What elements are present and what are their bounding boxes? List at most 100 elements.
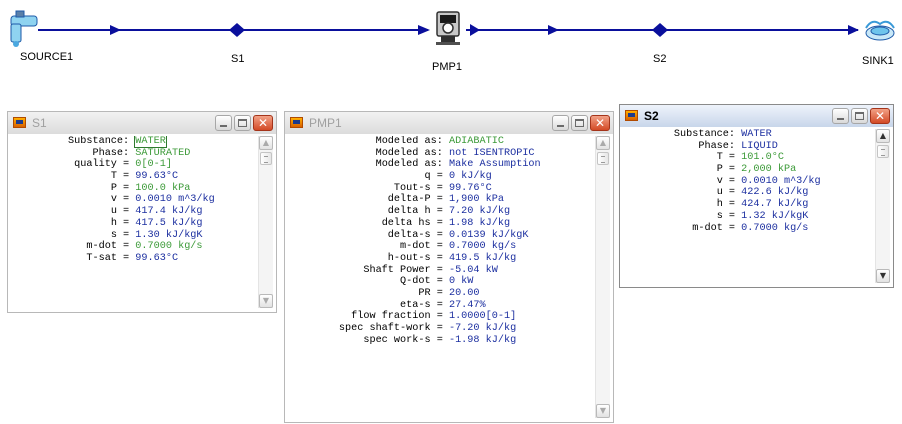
flow-arrow-icon	[548, 25, 559, 35]
pump-icon[interactable]	[436, 11, 460, 45]
property-value[interactable]: -1.98 kJ/kg	[449, 335, 516, 346]
app-icon	[625, 110, 638, 121]
window-titlebar[interactable]: PMP1	[285, 112, 613, 134]
property-value[interactable]: 99.76°C	[449, 183, 492, 194]
state-s1-window[interactable]: S1 Substance: WATERPhase: SATURATEDquali…	[7, 111, 277, 313]
property-value[interactable]: 1.32 kJ/kgK	[741, 211, 808, 222]
vertical-scrollbar[interactable]: ▲ ▼	[875, 129, 890, 283]
property-value[interactable]: 101.0°C	[741, 152, 784, 163]
scroll-thumb[interactable]	[597, 152, 609, 165]
property-value[interactable]: 0.7000 kg/s	[135, 241, 202, 252]
property-label: quality =	[74, 159, 130, 171]
property-value[interactable]: 1,900 kPa	[449, 194, 504, 205]
property-value[interactable]: 0.0139 kJ/kgK	[449, 230, 528, 241]
close-button[interactable]	[590, 115, 610, 131]
property-row: q = 0 kJ/kg	[290, 171, 593, 183]
property-label: Shaft Power =	[363, 264, 443, 276]
property-row: T = 101.0°C	[625, 152, 873, 164]
property-label: delta h =	[387, 206, 443, 218]
property-label: delta-s =	[387, 229, 443, 241]
property-label: s =	[716, 210, 736, 222]
scroll-up-button[interactable]: ▲	[259, 136, 273, 150]
property-row: Substance: WATER	[625, 129, 873, 141]
property-row: m-dot = 0.7000 kg/s	[625, 223, 873, 235]
scroll-down-button[interactable]: ▼	[876, 269, 890, 283]
property-value[interactable]: 0.7000 kg/s	[741, 223, 808, 234]
property-row: Modeled as: not ISENTROPIC	[290, 148, 593, 160]
scroll-down-button[interactable]: ▼	[259, 294, 273, 308]
state-point-s2[interactable]	[652, 23, 668, 37]
property-row: Tout-s = 99.76°C	[290, 183, 593, 195]
property-value[interactable]: 424.7 kJ/kg	[741, 199, 808, 210]
property-value[interactable]: LIQUID	[741, 141, 778, 152]
minimize-button[interactable]	[215, 115, 232, 131]
property-value[interactable]: WATER	[741, 129, 772, 140]
property-row: m-dot = 0.7000 kg/s	[290, 241, 593, 253]
property-label: u =	[110, 206, 130, 218]
property-value[interactable]: -7.20 kJ/kg	[449, 323, 516, 334]
sink-icon[interactable]	[865, 20, 895, 41]
property-label: Modeled as:	[375, 147, 443, 159]
maximize-button[interactable]	[571, 115, 588, 131]
property-label: Modeled as:	[375, 136, 443, 147]
property-list: Substance: WATER Phase: LIQUID T = 101.0°C…	[625, 129, 873, 283]
state-point-s1[interactable]	[229, 23, 245, 37]
minimize-button[interactable]	[832, 108, 849, 124]
property-value[interactable]: 0 kW	[449, 276, 473, 287]
scroll-up-button[interactable]: ▲	[596, 136, 610, 150]
window-titlebar[interactable]: S1	[8, 112, 276, 134]
flow-arrow-icon	[110, 25, 121, 35]
property-value[interactable]: 100.0 kPa	[135, 183, 190, 194]
property-value[interactable]: 0[0-1]	[135, 159, 172, 170]
property-row: v = 0.0010 m^3/kg	[625, 176, 873, 188]
state-s2-window[interactable]: S2 Substance: WATERPhase: LIQUIDT = 101.…	[619, 104, 894, 288]
property-value[interactable]: -5.04 kW	[449, 265, 498, 276]
property-row: delta h = 7.20 kJ/kg	[290, 206, 593, 218]
scroll-thumb[interactable]	[877, 145, 889, 158]
property-value[interactable]: ADIABATIC	[449, 136, 504, 147]
property-value[interactable]: 417.5 kJ/kg	[135, 218, 202, 229]
property-value[interactable]: 422.6 kJ/kg	[741, 187, 808, 198]
property-value[interactable]: 0.0010 m^3/kg	[741, 176, 820, 187]
faucet-icon[interactable]	[10, 10, 38, 47]
property-value[interactable]: 1.0000[0-1]	[449, 311, 516, 322]
property-value[interactable]: 7.20 kJ/kg	[449, 206, 510, 217]
property-value[interactable]: 419.5 kJ/kg	[449, 253, 516, 264]
node-label-s2: S2	[653, 53, 667, 65]
property-value[interactable]: 417.4 kJ/kg	[135, 206, 202, 217]
vertical-scrollbar[interactable]: ▲ ▼	[595, 136, 610, 418]
property-value[interactable]: 99.63°C	[135, 171, 178, 182]
scroll-up-button[interactable]: ▲	[876, 129, 890, 143]
property-value[interactable]: not ISENTROPIC	[449, 148, 535, 159]
property-value[interactable]: Make Assumption	[449, 159, 541, 170]
window-titlebar[interactable]: S2	[620, 105, 893, 127]
property-value[interactable]: 2,000 kPa	[741, 164, 796, 175]
property-value[interactable]: 20.00	[449, 288, 480, 299]
close-button[interactable]	[870, 108, 890, 124]
scroll-down-button[interactable]: ▼	[596, 404, 610, 418]
property-label: Tout-s =	[393, 182, 443, 194]
property-value[interactable]: 0.7000 kg/s	[449, 241, 516, 252]
scroll-thumb[interactable]	[260, 152, 272, 165]
pump-pmp1-window[interactable]: PMP1 Modeled as: ADIABATICModeled as: no…	[284, 111, 614, 423]
property-value[interactable]: 0 kJ/kg	[449, 171, 492, 182]
maximize-button[interactable]	[851, 108, 868, 124]
property-row: h = 424.7 kJ/kg	[625, 199, 873, 211]
property-value[interactable]: 1.98 kJ/kg	[449, 218, 510, 229]
property-value[interactable]: WATER	[134, 136, 167, 148]
property-value[interactable]: SATURATED	[135, 148, 190, 159]
maximize-button[interactable]	[234, 115, 251, 131]
property-label: v =	[716, 175, 736, 187]
property-row: spec shaft-work = -7.20 kJ/kg	[290, 323, 593, 335]
property-value[interactable]: 0.0010 m^3/kg	[135, 194, 214, 205]
property-row: spec work-s = -1.98 kJ/kg	[290, 335, 593, 347]
property-row: P = 100.0 kPa	[13, 183, 256, 195]
property-value[interactable]: 27.47%	[449, 300, 486, 311]
property-row: Substance: WATER	[13, 136, 256, 148]
property-label: h =	[716, 199, 736, 211]
vertical-scrollbar[interactable]: ▲ ▼	[258, 136, 273, 308]
property-value[interactable]: 99.63°C	[135, 253, 178, 264]
minimize-button[interactable]	[552, 115, 569, 131]
close-button[interactable]	[253, 115, 273, 131]
property-value[interactable]: 1.30 kJ/kgK	[135, 230, 202, 241]
